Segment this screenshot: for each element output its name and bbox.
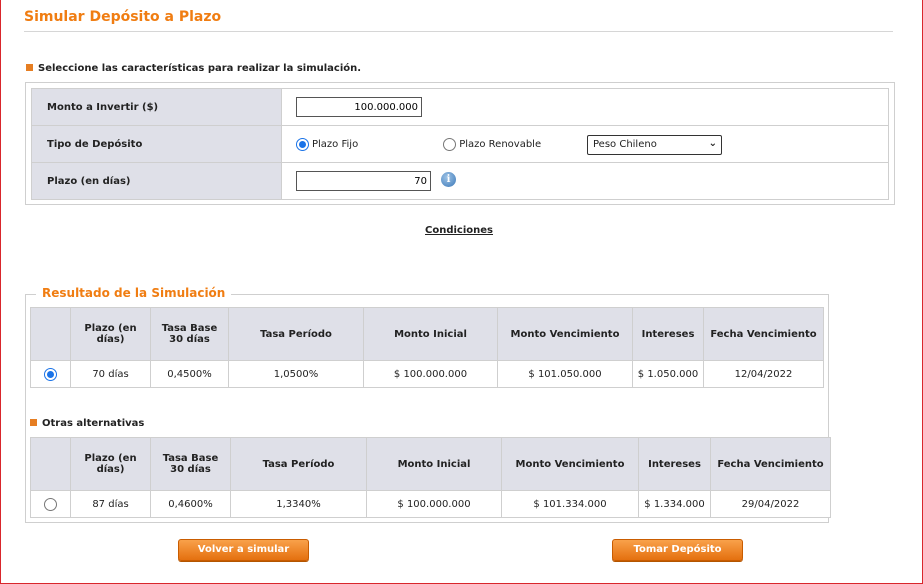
title-divider: [24, 31, 893, 32]
table-cell: 70 días: [70, 360, 151, 388]
table-cell: 1,0500%: [228, 360, 364, 388]
deposit-type-row: Tipo de Depósito Plazo Fijo Plazo Renova…: [31, 125, 889, 163]
select-cell: [30, 360, 71, 388]
table-cell: 29/04/2022: [710, 490, 831, 518]
table-row[interactable]: 70 días 0,4500% 1,0500% $ 100.000.000 $ …: [30, 360, 824, 388]
alternatives-label: Otras alternativas: [30, 418, 144, 429]
col-header: Monto Vencimiento: [497, 307, 633, 361]
table-cell: $ 100.000.000: [363, 360, 498, 388]
take-deposit-button[interactable]: Tomar Depósito: [612, 539, 743, 561]
table-cell: 0,4600%: [150, 490, 231, 518]
alternative-select-radio[interactable]: [44, 497, 57, 511]
amount-cell: [281, 88, 889, 126]
col-header: Monto Inicial: [363, 307, 498, 361]
plazo-renovable-radio[interactable]: [443, 137, 457, 151]
col-header: Fecha Vencimiento: [710, 437, 831, 491]
results-header-row: Plazo (en días) Tasa Base 30 días Tasa P…: [30, 307, 824, 361]
table-cell: $ 100.000.000: [366, 490, 502, 518]
table-cell: $ 1.334.000: [638, 490, 711, 518]
table-row[interactable]: 87 días 0,4600% 1,3340% $ 100.000.000 $ …: [30, 490, 831, 518]
col-header: Intereses: [638, 437, 711, 491]
simulation-form: Monto a Invertir ($) Tipo de Depósito Pl…: [25, 82, 895, 205]
table-cell: 12/04/2022: [703, 360, 824, 388]
select-column-header: [30, 437, 71, 491]
conditions-link[interactable]: Condiciones: [425, 225, 493, 236]
info-icon[interactable]: i: [441, 172, 456, 187]
bullet-icon: [26, 64, 33, 71]
term-cell: i: [281, 162, 889, 200]
select-cell: [30, 490, 71, 518]
alternatives-table: Plazo (en días) Tasa Base 30 días Tasa P…: [30, 437, 831, 518]
col-header: Intereses: [632, 307, 704, 361]
form-table: Monto a Invertir ($) Tipo de Depósito Pl…: [31, 88, 889, 200]
col-header: Plazo (en días): [70, 437, 151, 491]
plazo-renovable-label: Plazo Renovable: [459, 138, 542, 150]
col-header: Monto Inicial: [366, 437, 502, 491]
alternatives-header-row: Plazo (en días) Tasa Base 30 días Tasa P…: [30, 437, 831, 491]
table-cell: $ 101.334.000: [501, 490, 639, 518]
chevron-down-icon: ⌄: [708, 138, 717, 149]
results-title: Resultado de la Simulación: [36, 286, 232, 300]
amount-input[interactable]: [296, 97, 422, 117]
result-select-radio[interactable]: [44, 367, 57, 381]
currency-select[interactable]: Peso Chileno ⌄: [587, 135, 722, 155]
currency-select-value: Peso Chileno: [593, 139, 657, 150]
form-section-label: Seleccione las características para real…: [26, 63, 361, 74]
amount-row: Monto a Invertir ($): [31, 88, 889, 126]
table-cell: 0,4500%: [150, 360, 229, 388]
col-header: Tasa Período: [230, 437, 367, 491]
col-header: Monto Vencimiento: [501, 437, 639, 491]
term-row: Plazo (en días) i: [31, 162, 889, 200]
bullet-icon: [30, 419, 37, 426]
amount-label: Monto a Invertir ($): [31, 88, 282, 126]
table-cell: 1,3340%: [230, 490, 367, 518]
select-column-header: [30, 307, 71, 361]
results-table: Plazo (en días) Tasa Base 30 días Tasa P…: [30, 307, 824, 388]
table-cell: $ 1.050.000: [632, 360, 704, 388]
plazo-fijo-label: Plazo Fijo: [312, 138, 359, 150]
col-header: Fecha Vencimiento: [703, 307, 824, 361]
alternatives-text: Otras alternativas: [42, 418, 145, 429]
form-section-text: Seleccione las características para real…: [38, 63, 362, 74]
plazo-fijo-radio[interactable]: [296, 137, 309, 151]
deposit-type-cell: Plazo Fijo Plazo Renovable Peso Chileno …: [281, 125, 889, 163]
col-header: Tasa Base 30 días: [150, 437, 231, 491]
page-title: Simular Depósito a Plazo: [24, 9, 222, 25]
deposit-type-label: Tipo de Depósito: [31, 125, 282, 163]
table-cell: $ 101.050.000: [497, 360, 633, 388]
table-cell: 87 días: [70, 490, 151, 518]
col-header: Tasa Base 30 días: [150, 307, 229, 361]
back-to-simulate-button[interactable]: Volver a simular: [178, 539, 309, 561]
term-input[interactable]: [296, 171, 431, 191]
term-label: Plazo (en días): [31, 162, 282, 200]
col-header: Tasa Período: [228, 307, 364, 361]
col-header: Plazo (en días): [70, 307, 151, 361]
